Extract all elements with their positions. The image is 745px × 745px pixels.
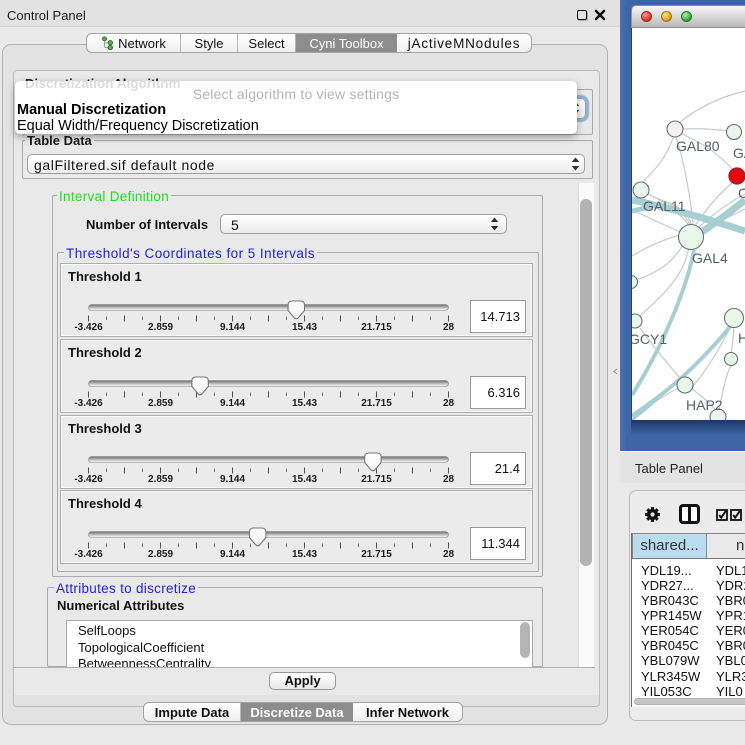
- svg-text:GAL4: GAL4: [692, 250, 728, 266]
- svg-text:-3.426: -3.426: [74, 322, 103, 333]
- svg-text:2.859: 2.859: [148, 322, 173, 333]
- svg-text:21.715: 21.715: [361, 322, 392, 333]
- svg-text:15.43: 15.43: [292, 474, 317, 485]
- svg-text:21.715: 21.715: [361, 549, 392, 560]
- svg-text:-3.426: -3.426: [74, 549, 103, 560]
- svg-text:21.715: 21.715: [361, 474, 392, 485]
- svg-text:GA: GA: [733, 145, 745, 161]
- svg-text:H: H: [738, 330, 745, 346]
- svg-text:28: 28: [443, 549, 455, 560]
- svg-text:15.43: 15.43: [292, 549, 317, 560]
- svg-text:9.144: 9.144: [220, 398, 245, 409]
- svg-text:2.859: 2.859: [148, 398, 173, 409]
- svg-text:28: 28: [443, 398, 455, 409]
- svg-text:2.859: 2.859: [148, 474, 173, 485]
- svg-text:2.859: 2.859: [148, 549, 173, 560]
- svg-text:HAP2: HAP2: [686, 397, 723, 413]
- svg-text:GAL11: GAL11: [643, 198, 686, 214]
- svg-text:9.144: 9.144: [220, 322, 245, 333]
- svg-text:15.43: 15.43: [292, 398, 317, 409]
- svg-text:28: 28: [443, 474, 455, 485]
- svg-text:C: C: [738, 185, 745, 201]
- svg-text:9.144: 9.144: [220, 474, 245, 485]
- svg-text:-3.426: -3.426: [74, 474, 103, 485]
- svg-text:28: 28: [443, 322, 455, 333]
- svg-text:9.144: 9.144: [220, 549, 245, 560]
- svg-text:GAL80: GAL80: [676, 138, 720, 154]
- svg-text:-3.426: -3.426: [74, 398, 103, 409]
- svg-text:21.715: 21.715: [361, 398, 392, 409]
- svg-text:15.43: 15.43: [292, 322, 317, 333]
- svg-text:GCY1: GCY1: [632, 331, 667, 347]
